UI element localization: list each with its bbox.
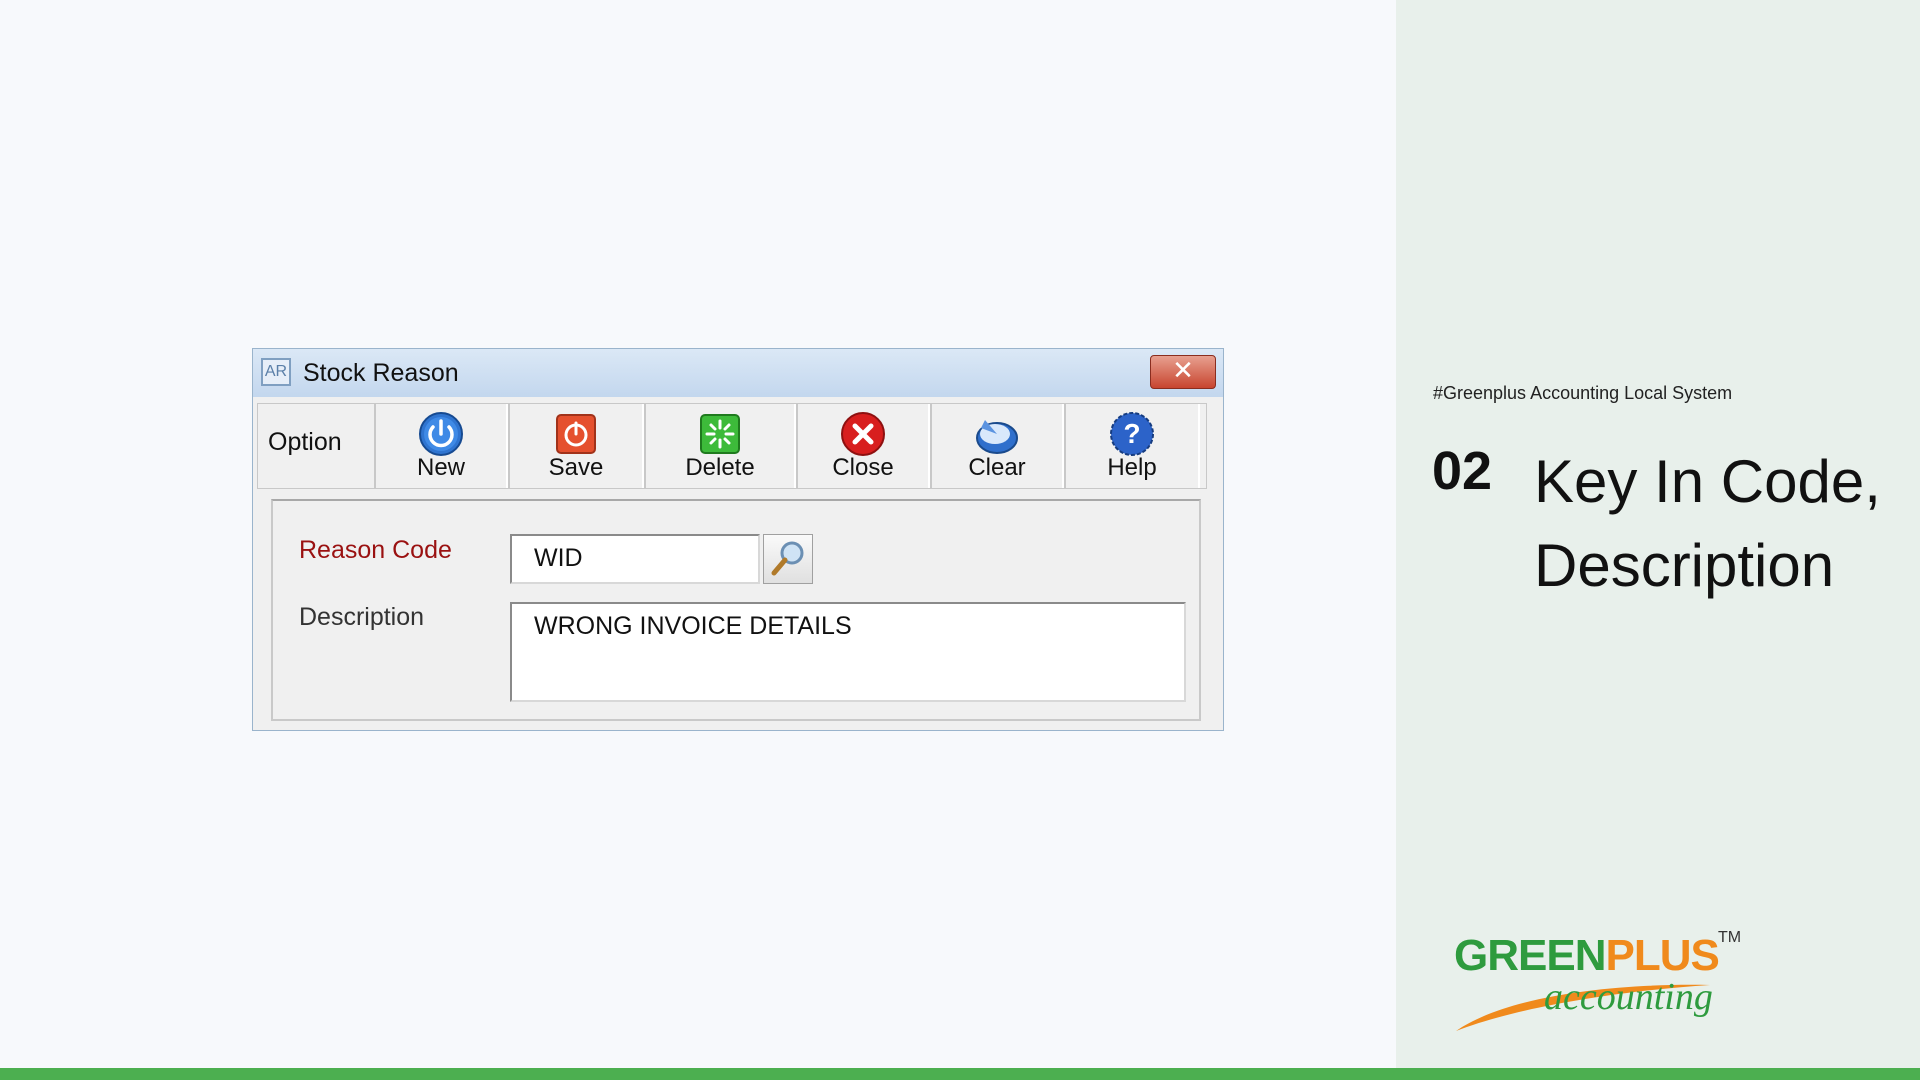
dialog-titlebar[interactable]: AR Stock Reason ✕	[253, 349, 1223, 397]
new-button-label: New	[416, 454, 465, 481]
clear-button-label: Clear	[968, 454, 1026, 481]
step-title: Key In Code, Description	[1534, 440, 1914, 608]
save-button-label: Save	[548, 454, 604, 481]
app-icon: AR	[261, 358, 291, 386]
description-textarea[interactable]: WRONG INVOICE DETAILS	[510, 602, 1186, 702]
reason-code-label: Reason Code	[299, 536, 452, 564]
stock-reason-dialog: AR Stock Reason ✕ Option New Save Delete…	[252, 348, 1224, 731]
save-icon	[556, 414, 596, 454]
delete-button[interactable]: Delete	[644, 404, 796, 488]
option-label: Option	[268, 428, 342, 456]
close-button[interactable]: Close	[796, 404, 930, 488]
help-button[interactable]: ? Help	[1064, 404, 1200, 488]
step-number: 02	[1432, 441, 1493, 501]
delete-button-label: Delete	[685, 454, 755, 481]
window-close-button[interactable]: ✕	[1150, 355, 1216, 389]
magnifier-icon	[771, 541, 804, 576]
help-button-label: Help	[1107, 454, 1157, 481]
logo-wordmark: GREENPLUS	[1454, 931, 1720, 981]
dialog-title: Stock Reason	[303, 359, 459, 387]
svg-text:?: ?	[1123, 418, 1140, 449]
delete-icon	[700, 414, 740, 454]
logo-green-text: GREEN	[1454, 931, 1606, 980]
clear-button[interactable]: Clear	[930, 404, 1064, 488]
bottom-accent-bar	[0, 1068, 1920, 1080]
option-toolbar: Option New Save Delete Close Clear ? Hel…	[257, 403, 1207, 489]
lookup-button[interactable]	[763, 534, 813, 584]
power-icon	[419, 412, 463, 456]
reason-code-input[interactable]: WID	[510, 534, 760, 584]
close-button-label: Close	[832, 454, 894, 481]
step-title-line-2: Description	[1534, 532, 1835, 599]
close-circle-icon	[841, 412, 885, 456]
logo-subtitle: accounting	[1544, 976, 1713, 1018]
new-button[interactable]: New	[374, 404, 508, 488]
save-button[interactable]: Save	[508, 404, 644, 488]
clear-icon	[976, 420, 1018, 454]
step-title-line-1: Key In Code,	[1534, 448, 1881, 515]
logo-trademark: TM	[1718, 929, 1742, 946]
tagline: #Greenplus Accounting Local System	[1433, 383, 1733, 403]
greenplus-logo: GREENPLUS TM accounting	[1448, 925, 1748, 1035]
description-label: Description	[299, 603, 425, 631]
logo-orange-text: PLUS	[1605, 931, 1719, 980]
help-icon: ?	[1110, 412, 1154, 456]
